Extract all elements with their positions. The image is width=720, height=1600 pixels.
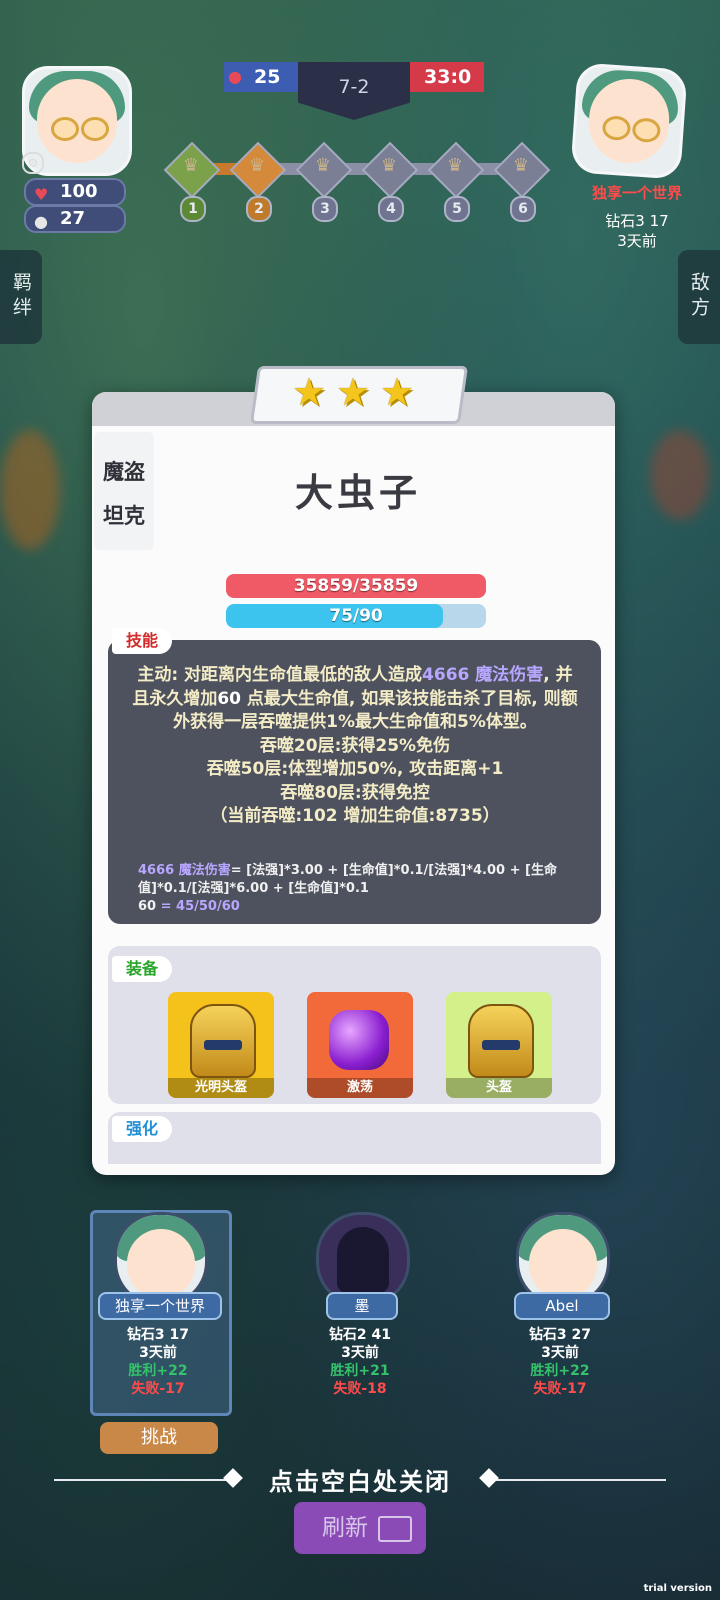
opponent-name: 独享一个世界 xyxy=(591,184,682,202)
hp-bar: 35859/35859 xyxy=(226,574,486,598)
stage-number: 1 xyxy=(180,196,206,222)
trait-label[interactable]: 坦克 xyxy=(94,500,154,530)
equipment-slot-3[interactable]: 头盔 xyxy=(446,992,552,1098)
trait-label[interactable]: 魔盗 xyxy=(94,456,154,486)
upgrade-tag: 强化 xyxy=(112,1116,173,1142)
upgrade-panel xyxy=(108,1112,601,1164)
skill-description: 主动: 对距离内生命值最低的敌人造成4666 魔法伤害, 并且永久增加60 点最… xyxy=(132,665,578,826)
hp-pill: ♥ 100 xyxy=(24,178,126,206)
star-icon: ★ xyxy=(380,370,415,414)
stage-number: 6 xyxy=(510,196,536,222)
enemy-tab[interactable]: 敌方 xyxy=(678,250,720,344)
right-score: 33:0 xyxy=(424,66,472,88)
unit-name: 大虫子 xyxy=(294,471,421,515)
watermark: trial version xyxy=(643,1583,712,1594)
mana-bar: 75/90 xyxy=(226,604,486,628)
gear-icon[interactable]: ⚙ xyxy=(22,152,44,174)
avatar-glasses xyxy=(81,117,109,141)
stage-number: 2 xyxy=(246,196,272,222)
opponent-time: 3天前 xyxy=(617,232,657,250)
heart-icon: ♥ xyxy=(34,185,49,204)
trophy-icon: ♛ xyxy=(380,154,398,176)
golden-helmet-icon xyxy=(190,1004,256,1078)
challenge-button[interactable]: 挑战 xyxy=(100,1422,218,1454)
opponent-name-pill: 墨 xyxy=(326,1292,398,1320)
trophy-icon: ♛ xyxy=(248,154,266,176)
refresh-button[interactable]: 刷新 xyxy=(294,1502,426,1554)
skill-tag: 技能 xyxy=(112,628,173,654)
stage-number: 3 xyxy=(312,196,338,222)
trophy-icon: ♛ xyxy=(182,154,200,176)
stage-number: 5 xyxy=(444,196,470,222)
trophy-icon: ♛ xyxy=(314,154,332,176)
close-hint-text: 点击空白处关闭 xyxy=(269,1468,451,1496)
coin-icon: ● xyxy=(34,212,48,231)
video-ad-icon xyxy=(378,1516,412,1542)
golden-helmet-icon xyxy=(468,1004,534,1078)
avatar-glasses xyxy=(51,117,79,141)
star-icon: ★ xyxy=(336,370,371,414)
opponent-name-pill: 独享一个世界 xyxy=(98,1292,222,1320)
trophy-icon: ♛ xyxy=(446,154,464,176)
trait-list xyxy=(94,432,154,550)
equipment-slot-1[interactable]: 光明头盔 xyxy=(168,992,274,1098)
equipment-tag: 装备 xyxy=(112,956,173,982)
equipment-slot-2[interactable]: 激荡 xyxy=(307,992,413,1098)
coin-pill: ● 27 xyxy=(24,205,126,233)
opponent-avatar[interactable] xyxy=(570,62,688,180)
opponent-name-pill: Abel xyxy=(514,1292,610,1320)
mana-bar-text: 75/90 xyxy=(329,606,383,626)
star-icon: ★ xyxy=(292,370,327,414)
opponent-rank: 钻石3 17 xyxy=(605,212,669,230)
synergy-tab[interactable]: 羁绊 xyxy=(0,250,42,344)
purple-orb-icon xyxy=(329,1010,389,1070)
hp-bar-text: 35859/35859 xyxy=(293,576,419,596)
left-score: 25 xyxy=(254,66,281,88)
blood-drop-icon: ● xyxy=(228,67,242,86)
stage-number: 4 xyxy=(378,196,404,222)
trophy-icon: ♛ xyxy=(512,154,530,176)
skill-formula: 4666 魔法伤害= [法强]*3.00 + [生命值]*0.1/[法强]*4.… xyxy=(138,863,557,914)
